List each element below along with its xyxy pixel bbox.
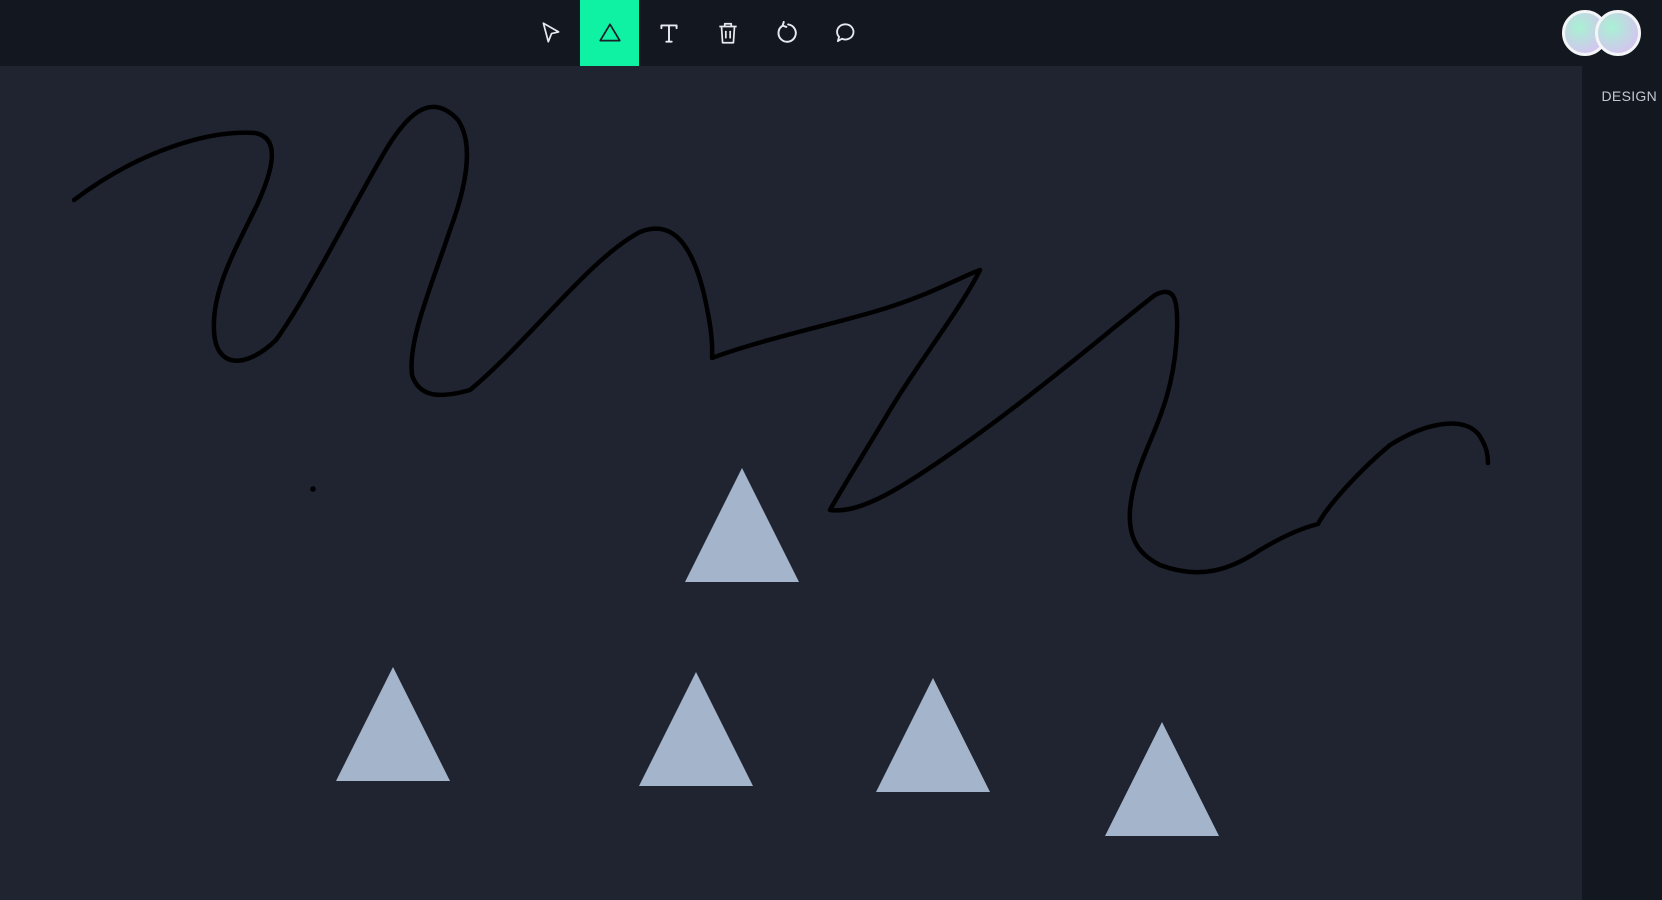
triangle-shape[interactable] bbox=[639, 672, 753, 786]
triangle-shape[interactable] bbox=[1105, 722, 1219, 836]
text-icon bbox=[659, 24, 678, 43]
delete-tool-button[interactable] bbox=[698, 0, 757, 66]
comment-tool-button[interactable] bbox=[816, 0, 875, 66]
trash-icon bbox=[718, 22, 737, 44]
avatar[interactable] bbox=[1595, 10, 1641, 56]
freehand-stroke[interactable] bbox=[71, 104, 1491, 575]
select-tool-button[interactable] bbox=[521, 0, 580, 66]
collaborator-avatars bbox=[1562, 10, 1642, 56]
drawing-canvas[interactable] bbox=[0, 66, 1582, 900]
triangle-shape[interactable] bbox=[685, 468, 799, 582]
refresh-tool-button[interactable] bbox=[757, 0, 816, 66]
refresh-icon bbox=[777, 20, 797, 43]
stroke-dot[interactable] bbox=[310, 486, 316, 492]
triangle-shape[interactable] bbox=[336, 667, 450, 781]
canvas-layer bbox=[71, 104, 1491, 836]
design-tab[interactable]: DESIGN bbox=[1602, 88, 1657, 104]
drawing-toolbar bbox=[521, 0, 875, 66]
right-panel: DESIGN bbox=[1582, 66, 1662, 900]
cursor-arrow-icon bbox=[542, 22, 559, 43]
comment-icon bbox=[835, 23, 854, 43]
triangle-tool-button[interactable] bbox=[580, 0, 639, 66]
text-tool-button[interactable] bbox=[639, 0, 698, 66]
top-toolbar-bar bbox=[0, 0, 1662, 66]
triangle-icon bbox=[598, 23, 621, 42]
triangle-shape[interactable] bbox=[876, 678, 990, 792]
